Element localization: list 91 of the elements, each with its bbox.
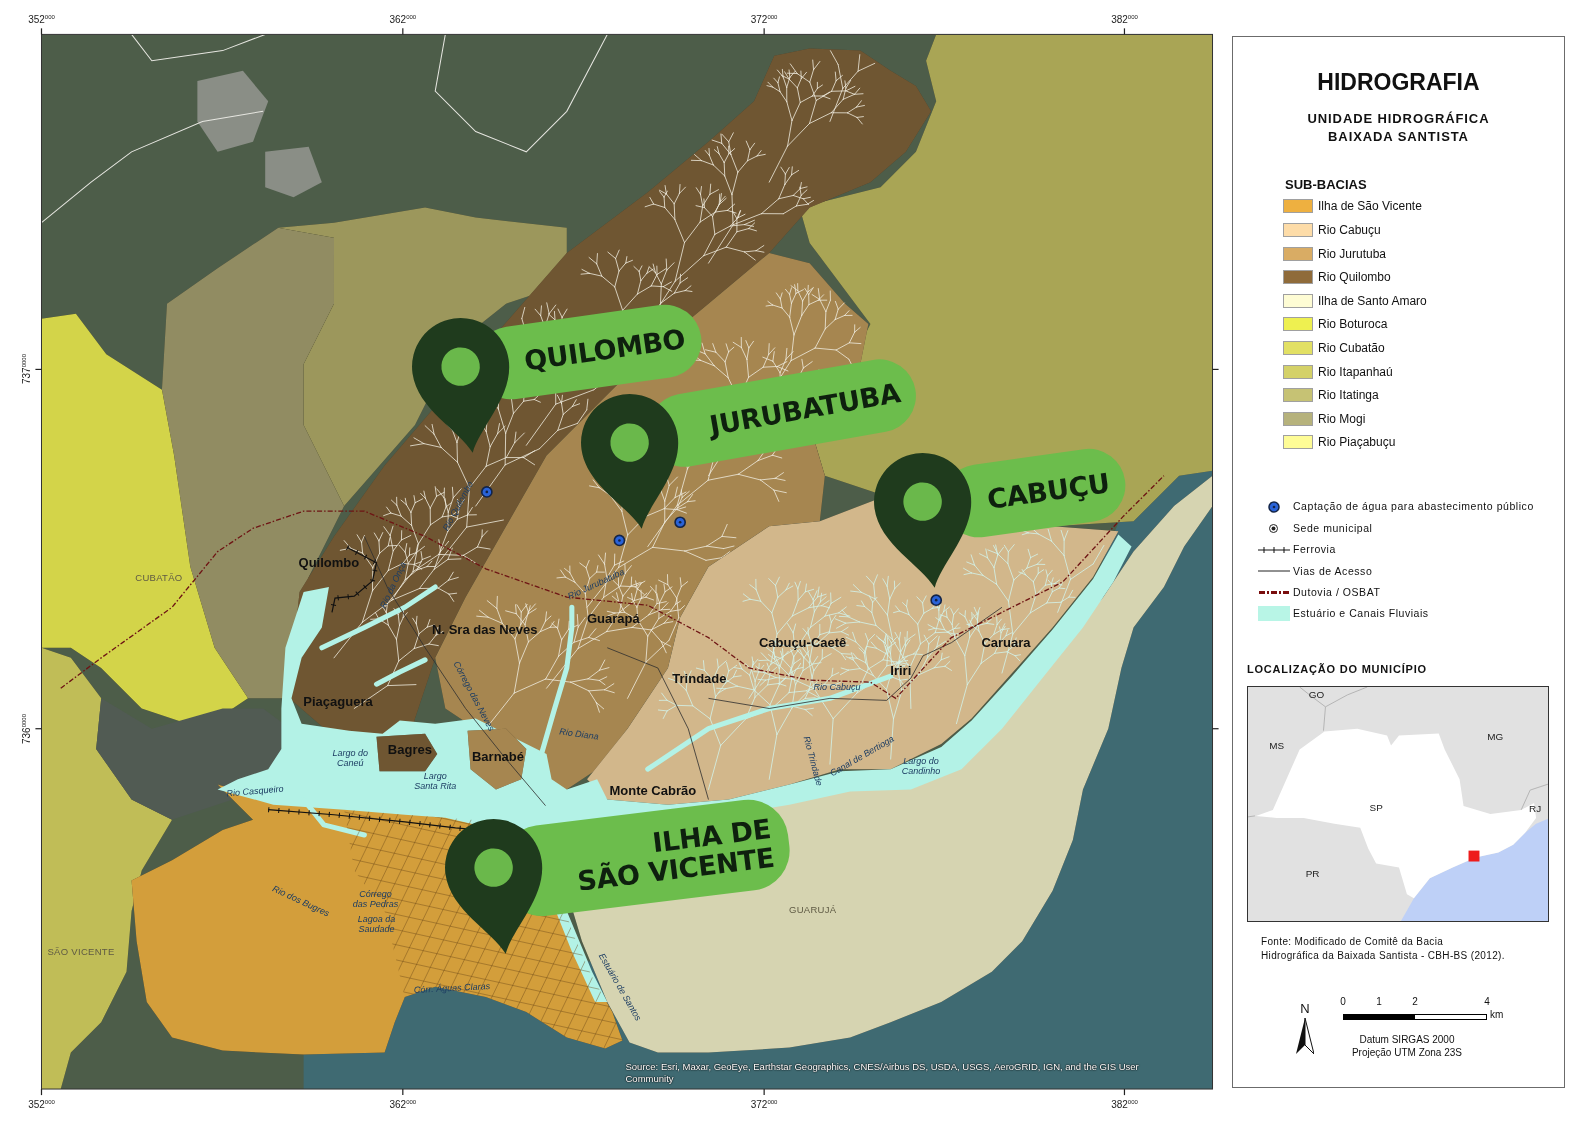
- section-heading: LOCALIZAÇÃO DO MUNICÍPIO: [1247, 661, 1427, 676]
- grid-label: 352$^{000}$: [28, 13, 55, 25]
- axis-tick: [40, 27, 43, 35]
- axis-tick: [34, 728, 43, 730]
- scale-label: 0: [1340, 995, 1346, 1008]
- axis-tick: [34, 368, 43, 371]
- axis-tick: [1211, 368, 1220, 371]
- legend-label: Rio Piaçabuçu: [1318, 435, 1396, 450]
- axis-tick: [763, 1088, 765, 1096]
- grid-label: 382$^{000}$: [1111, 13, 1138, 25]
- water-intake-icon: [480, 486, 493, 498]
- locality-label: Barnabé: [472, 748, 524, 764]
- axis-tick: [763, 27, 765, 35]
- river-channel: [374, 657, 428, 687]
- legend-label: Rio Boturoca: [1318, 317, 1388, 332]
- legend-label: Sede municipal: [1293, 521, 1373, 535]
- legend-label: Ferrovia: [1293, 543, 1336, 557]
- grid-label: 362$^{000}$: [389, 13, 417, 25]
- location-marker-icon: [1468, 850, 1480, 862]
- locality-label: Bagres: [387, 741, 432, 757]
- locality-label: Iriri: [890, 662, 912, 678]
- state-label: PR: [1305, 867, 1320, 879]
- grid-label: 352$^{000}$: [28, 1098, 55, 1110]
- locality-label: Caruara: [981, 634, 1031, 650]
- grid-label: 372$^{000}$: [750, 13, 778, 25]
- grid-label: 382$^{000}$: [1111, 1098, 1138, 1110]
- pipeline-symbol-icon: [1259, 590, 1289, 594]
- municipality-label: SÃO VICENTE: [47, 945, 115, 957]
- locality-label: Trindade: [672, 670, 727, 686]
- water-label: Rio Trindade: [801, 735, 825, 787]
- source-note: Fonte: Modificado de Comitê da Bacia Hidrográfica da Baixada Santista - CBH-BS (2012).: [1261, 934, 1505, 963]
- water-label: Córr. Águas Claras: [414, 980, 491, 995]
- scale-label: 2: [1412, 995, 1418, 1008]
- legend-label: Rio Cabuçu: [1318, 223, 1381, 238]
- railway-symbol-icon: [1258, 545, 1290, 554]
- island-area: [376, 733, 438, 772]
- water-label: Córrego das Pedras: [352, 888, 399, 909]
- legend-label: Rio Jurutuba: [1318, 246, 1387, 261]
- state-label: MS: [1269, 740, 1285, 752]
- water-label: Largo Santa Rita: [414, 771, 457, 792]
- axis-tick: [1123, 1088, 1126, 1096]
- grid-label: 372$^{000}$: [750, 1098, 778, 1110]
- water-label: Rio Diana: [558, 726, 600, 742]
- state-label: RJ: [1529, 802, 1542, 814]
- axis-tick: [1123, 27, 1126, 35]
- water-intake-icon: [1268, 500, 1280, 513]
- legend-title: HIDROGRAFIA: [1316, 68, 1481, 96]
- water-label: Largo do Candinho: [901, 756, 941, 777]
- water-intake-icon: [674, 516, 686, 529]
- datum-note: Datum SIRGAS 2000 Projeção UTM Zona 23S: [1350, 1032, 1463, 1059]
- water-label: Rio Casqueiro: [226, 783, 284, 798]
- legend-label: Captação de água para abastecimento público: [1293, 500, 1534, 514]
- state-label: GO: [1308, 688, 1325, 700]
- north-label: N: [1300, 1001, 1310, 1016]
- state-label: MG: [1487, 730, 1504, 742]
- north-arrow-icon: [1296, 1017, 1314, 1054]
- water-label: Rio da Onça: [377, 560, 408, 610]
- city-seat-icon: [1269, 523, 1279, 533]
- scale-label: 1: [1376, 995, 1382, 1008]
- locality-label: Monte Cabrão: [609, 782, 697, 797]
- legend-label: Dutovia / OSBAT: [1293, 585, 1381, 599]
- legend-label: Rio Cubatão: [1318, 341, 1385, 356]
- legend-label: Vias de Acesso: [1293, 564, 1373, 578]
- legend-label: Estuário e Canais Fluviais: [1293, 607, 1429, 621]
- legend-label: Ilha de São Vicente: [1318, 199, 1422, 214]
- scale-label: 4: [1484, 995, 1490, 1008]
- axis-tick: [402, 27, 404, 35]
- locality-label: Cabuçu-Caetê: [758, 634, 847, 650]
- state-label: SP: [1369, 801, 1383, 813]
- legend-label: Rio Quilombo: [1318, 270, 1391, 285]
- legend-label: Rio Itatinga: [1318, 388, 1379, 403]
- axis-tick: [40, 1088, 43, 1096]
- water-label: Rio Cabuçu: [813, 682, 861, 693]
- legend-label: Rio Mogi: [1318, 411, 1366, 426]
- road-symbol-icon: [1258, 570, 1290, 573]
- water-label: Largo do Caneú: [332, 748, 368, 769]
- scale-unit-label: km: [1490, 1009, 1504, 1020]
- legend-label: Ilha de Santo Amaro: [1318, 293, 1427, 308]
- section-heading: SUB-BACIAS: [1285, 177, 1367, 193]
- legend-subtitle: UNIDADE HIDROGRÁFICA BAIXADA SANTISTA: [1306, 110, 1491, 146]
- legend-label: Rio Itapanhaú: [1318, 364, 1393, 379]
- water-intake-icon: [613, 534, 626, 547]
- water-intake-icon: [930, 594, 943, 607]
- water-label: Lagoa da Saudade: [357, 914, 396, 935]
- water-swatch-icon: [1258, 606, 1290, 622]
- municipality-label: CUBATÃO: [135, 571, 183, 583]
- attribution-text: Source: Esri, Maxar, GeoEye, Earthstar Geographics, CNES/Airbus DS, USDA, USGS, AeroGRID, IGN, and the GIS User Community: [625, 1060, 1139, 1085]
- axis-tick: [1211, 728, 1220, 730]
- axis-tick: [402, 1088, 404, 1096]
- grid-label: 362$^{000}$: [389, 1098, 417, 1110]
- locality-label: Quilombo: [298, 554, 360, 570]
